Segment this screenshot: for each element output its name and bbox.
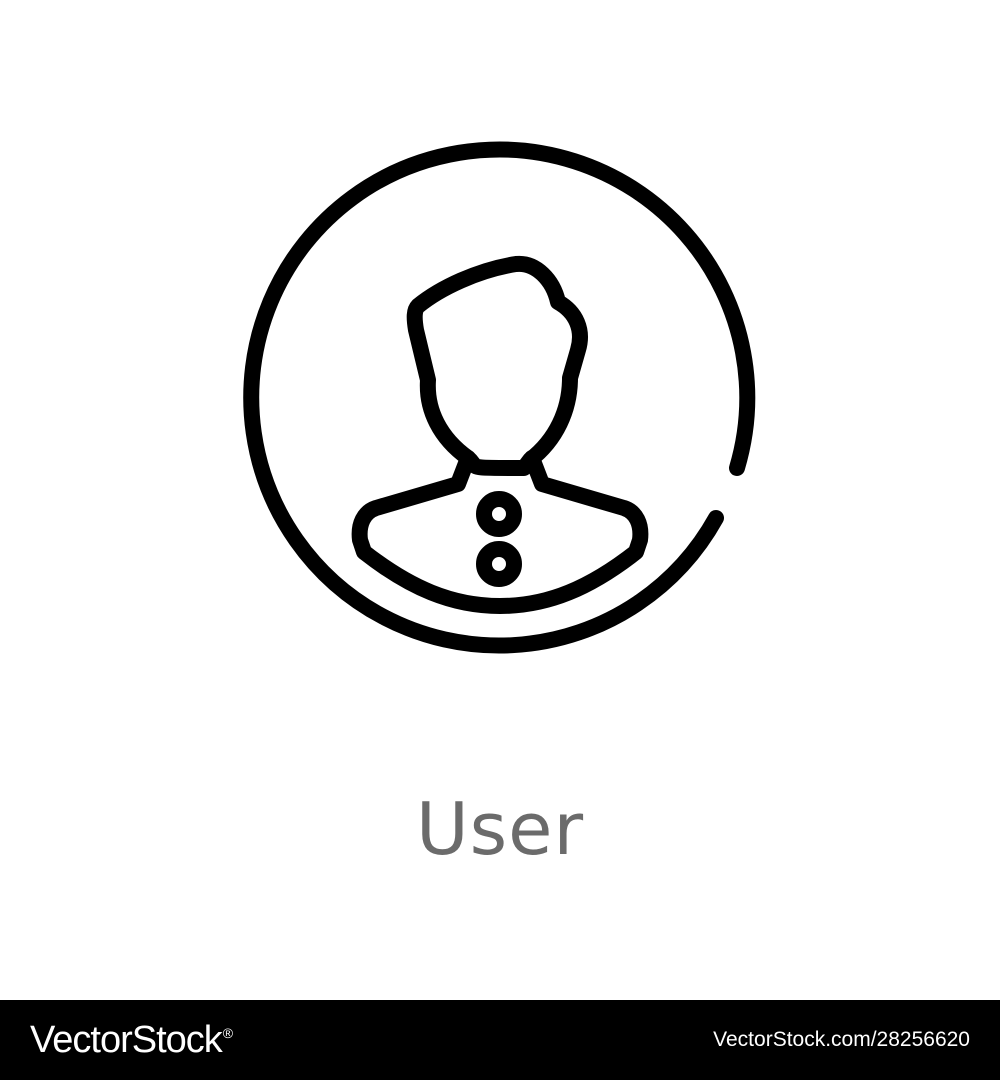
shirt-button-bottom (476, 541, 522, 587)
shirt-button-top (476, 491, 522, 537)
icon-title: User (415, 787, 585, 871)
registered-mark: ® (222, 1024, 233, 1041)
brand-name: VectorStock (30, 1018, 223, 1061)
icon-strokes (243, 141, 756, 654)
image-source-url[interactable]: VectorStock.com/28256620 (713, 1028, 970, 1052)
watermark-bar: VectorStock® VectorStock.com/28256620 (0, 1000, 1000, 1080)
icon-canvas: User VectorStock® VectorStock.com/282566… (0, 0, 1000, 1080)
head-outline (406, 255, 588, 476)
vectorstock-logo[interactable]: VectorStock® (30, 1018, 233, 1062)
